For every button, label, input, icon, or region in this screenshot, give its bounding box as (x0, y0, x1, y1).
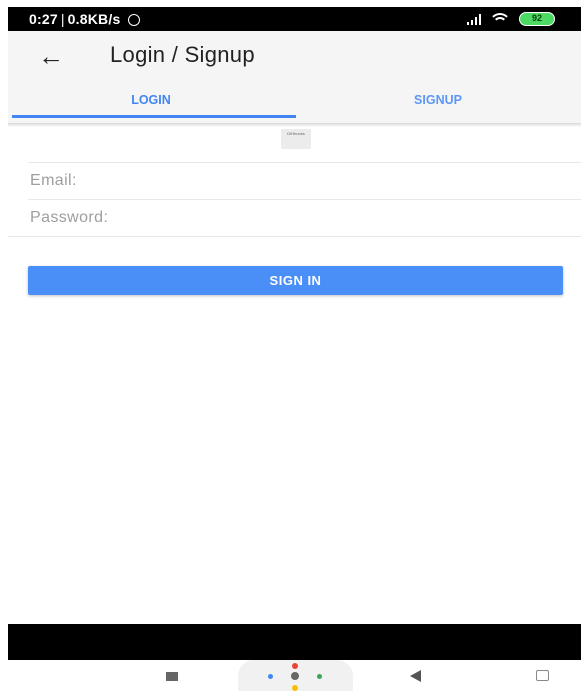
email-field[interactable]: Email: (8, 163, 581, 199)
screen-edge (0, 0, 8, 691)
divider (8, 236, 581, 237)
page-title: Login / Signup (110, 42, 255, 67)
app-logo: DIHbooks (281, 129, 311, 149)
back-nav-icon[interactable] (410, 670, 421, 682)
signal-icon (467, 13, 481, 25)
tab-indicator (12, 115, 296, 118)
status-separator: | (60, 11, 65, 27)
app-bar: ← Login / Signup (8, 31, 581, 87)
password-label: Password: (30, 209, 109, 226)
wifi-icon (491, 13, 509, 25)
tab-bar: LOGIN SIGNUP (8, 87, 581, 123)
status-left: 0:27 | 0.8KB/s (29, 11, 140, 27)
network-speed: 0.8KB/s (67, 11, 121, 27)
sign-in-button[interactable]: SIGN IN (28, 266, 563, 295)
battery-icon: 92 (519, 12, 555, 26)
assistant-icon[interactable] (238, 660, 353, 691)
password-field[interactable]: Password: (8, 200, 581, 236)
rotate-icon[interactable] (536, 670, 549, 681)
recent-apps-icon[interactable] (166, 672, 178, 681)
email-label: Email: (30, 172, 77, 189)
tab-shadow (8, 123, 581, 127)
keyboard-area (8, 624, 581, 660)
nav-bar (8, 660, 581, 691)
tab-signup[interactable]: SIGNUP (295, 87, 581, 117)
status-bar: 0:27 | 0.8KB/s 92 (8, 7, 581, 31)
status-time: 0:27 (29, 11, 58, 27)
alarm-icon (127, 14, 140, 26)
status-right: 92 (467, 11, 555, 27)
back-arrow-icon[interactable]: ← (36, 41, 66, 71)
logo-text: DIHbooks (287, 131, 305, 136)
tab-login[interactable]: LOGIN (8, 87, 294, 117)
